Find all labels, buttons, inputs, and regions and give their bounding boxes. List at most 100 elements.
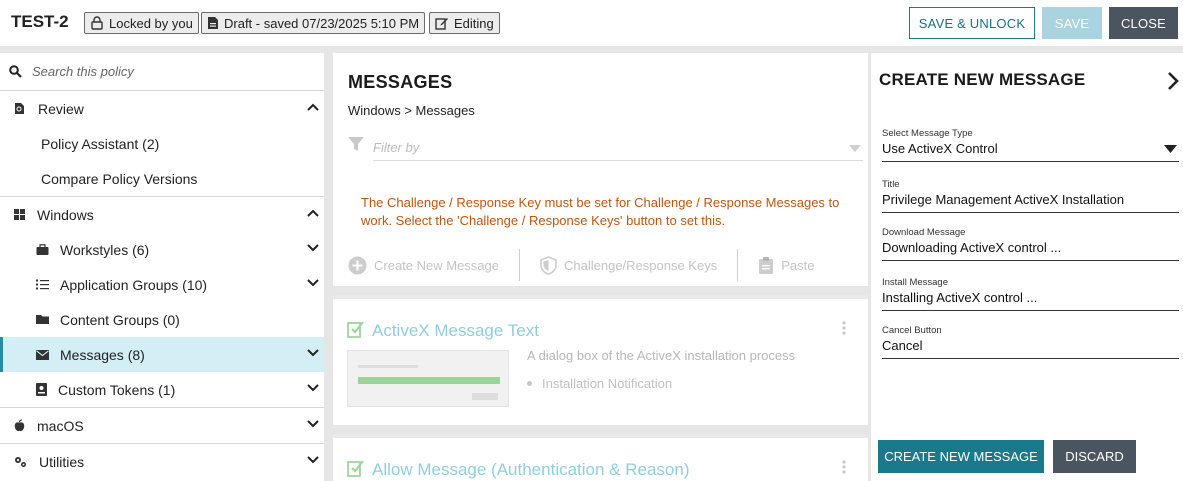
message-card[interactable]: Allow Message (Authentication & Reason) bbox=[333, 434, 868, 481]
sidebar-item-content-groups[interactable]: Content Groups (0) bbox=[0, 302, 324, 337]
challenge-response-keys-action[interactable]: Challenge/Response Keys bbox=[540, 255, 718, 275]
messages-panel: MESSAGES Windows > Messages The Challeng… bbox=[333, 53, 868, 286]
chevron-down-icon[interactable] bbox=[306, 455, 320, 465]
title-field[interactable]: Title Privilege Management ActiveX Insta… bbox=[882, 179, 1179, 213]
sidebar-section-review[interactable]: Review bbox=[0, 91, 324, 126]
save-unlock-button[interactable]: SAVE & UNLOCK bbox=[909, 7, 1035, 39]
more-options-icon[interactable] bbox=[842, 321, 846, 335]
sidebar-search bbox=[0, 53, 324, 91]
policy-sidebar: Review Policy Assistant (2) Compare Poli… bbox=[0, 53, 324, 481]
field-value: Use ActiveX Control bbox=[882, 141, 998, 156]
chevron-down-icon[interactable] bbox=[306, 348, 320, 358]
chevron-down-icon[interactable] bbox=[306, 383, 320, 393]
message-tag: Installation Notification bbox=[527, 376, 672, 391]
sidebar-section-label: Utilities bbox=[39, 453, 85, 470]
field-label: Select Message Type bbox=[882, 128, 973, 139]
field-label: Download Message bbox=[882, 227, 966, 238]
breadcrumb: Windows > Messages bbox=[348, 103, 475, 118]
paste-action[interactable]: Paste bbox=[758, 256, 814, 275]
editing-chip: Editing bbox=[429, 12, 500, 34]
envelope-icon bbox=[36, 349, 49, 360]
save-button[interactable]: SAVE bbox=[1042, 7, 1102, 39]
field-value[interactable]: Privilege Management ActiveX Installatio… bbox=[882, 192, 1179, 207]
field-label: Install Message bbox=[882, 277, 949, 288]
chevron-down-icon[interactable] bbox=[306, 419, 320, 429]
review-icon bbox=[15, 103, 24, 114]
chevron-down-icon[interactable] bbox=[306, 243, 320, 253]
sidebar-section-utilities[interactable]: Utilities bbox=[0, 444, 324, 479]
briefcase-icon bbox=[36, 243, 49, 255]
challenge-response-warning: The Challenge / Response Key must be set… bbox=[361, 195, 840, 228]
cancel-button-field[interactable]: Cancel Button Cancel bbox=[882, 325, 1179, 359]
token-icon bbox=[36, 383, 47, 396]
message-preview-thumbnail bbox=[347, 350, 509, 407]
download-message-field[interactable]: Download Message Downloading ActiveX con… bbox=[882, 227, 1179, 261]
messages-toolbar: Create New Message Challenge/Response Ke… bbox=[348, 248, 858, 282]
sidebar-item-label: Custom Tokens (1) bbox=[58, 381, 176, 398]
chevron-right-icon[interactable] bbox=[1166, 71, 1180, 91]
sidebar-item-custom-tokens[interactable]: Custom Tokens (1) bbox=[0, 372, 324, 407]
search-icon bbox=[9, 65, 22, 78]
editing-label: Editing bbox=[454, 15, 494, 31]
sidebar-item-workstyles[interactable]: Workstyles (6) bbox=[0, 232, 324, 267]
field-value[interactable]: Downloading ActiveX control ... bbox=[882, 240, 1179, 255]
policy-header: TEST-2 Locked by you Draft - saved 07/23… bbox=[0, 0, 1183, 46]
caret-down-icon[interactable] bbox=[1164, 145, 1177, 153]
field-value[interactable]: Installing ActiveX control ... bbox=[882, 290, 1179, 305]
card-strip bbox=[333, 434, 868, 438]
list-icon bbox=[36, 279, 49, 290]
thumbnail-progress-bar bbox=[358, 377, 500, 384]
toolbar-divider bbox=[519, 249, 520, 281]
sidebar-item-label: Compare Policy Versions bbox=[41, 170, 198, 187]
sidebar-item-messages[interactable]: Messages (8) bbox=[0, 337, 324, 372]
search-input[interactable] bbox=[32, 64, 292, 79]
clipboard-icon bbox=[759, 256, 774, 274]
lock-icon bbox=[91, 16, 103, 30]
create-new-message-button[interactable]: CREATE NEW MESSAGE bbox=[878, 440, 1044, 473]
action-label: Paste bbox=[781, 257, 815, 273]
sidebar-item-application-groups[interactable]: Application Groups (10) bbox=[0, 267, 324, 302]
chevron-down-icon[interactable] bbox=[306, 278, 320, 288]
message-description: A dialog box of the ActiveX installation… bbox=[527, 348, 796, 363]
field-value[interactable]: Cancel bbox=[882, 338, 1179, 353]
close-button[interactable]: CLOSE bbox=[1109, 7, 1178, 39]
sidebar-item-compare-versions[interactable]: Compare Policy Versions bbox=[0, 161, 324, 196]
more-options-icon[interactable] bbox=[842, 460, 846, 474]
gears-icon bbox=[15, 456, 26, 467]
shield-icon bbox=[540, 255, 557, 275]
apple-icon bbox=[14, 419, 25, 432]
policy-name: TEST-2 bbox=[11, 12, 69, 31]
chevron-up-icon[interactable] bbox=[306, 208, 320, 218]
sidebar-item-label: Policy Assistant (2) bbox=[41, 135, 160, 152]
field-label: Cancel Button bbox=[882, 325, 942, 336]
message-type-select[interactable]: Select Message Type Use ActiveX Control bbox=[882, 128, 1179, 162]
card-strip bbox=[333, 295, 868, 299]
install-message-field[interactable]: Install Message Installing ActiveX contr… bbox=[882, 277, 1179, 311]
action-label: Challenge/Response Keys bbox=[564, 257, 718, 273]
sidebar-section-macos[interactable]: macOS bbox=[0, 408, 324, 443]
sidebar-section-label: Windows bbox=[37, 206, 94, 223]
sidebar-item-policy-assistant[interactable]: Policy Assistant (2) bbox=[0, 126, 324, 161]
filter-input[interactable] bbox=[373, 140, 833, 155]
message-card[interactable]: ActiveX Message Text A dialog box of the… bbox=[333, 295, 868, 425]
bullet-dot bbox=[527, 381, 532, 386]
chevron-up-icon[interactable] bbox=[306, 102, 320, 112]
plus-circle-icon bbox=[348, 256, 367, 274]
create-new-message-action[interactable]: Create New Message bbox=[348, 256, 499, 275]
thumbnail-button bbox=[472, 393, 498, 400]
locked-label: Locked by you bbox=[109, 15, 193, 31]
sidebar-item-label: Content Groups (0) bbox=[60, 311, 180, 328]
sidebar-item-label: Messages (8) bbox=[60, 346, 145, 363]
panel-title: CREATE NEW MESSAGE bbox=[879, 70, 1086, 89]
sidebar-item-label: Workstyles (6) bbox=[60, 241, 150, 258]
draft-label: Draft - saved 07/23/2025 5:10 PM bbox=[224, 15, 420, 31]
caret-down-icon[interactable] bbox=[849, 145, 861, 152]
document-icon bbox=[208, 17, 218, 29]
page-title: MESSAGES bbox=[348, 72, 453, 92]
thumbnail-text-line bbox=[358, 365, 418, 368]
field-label: Title bbox=[882, 179, 900, 190]
filter-field[interactable] bbox=[373, 139, 863, 161]
sidebar-section-windows[interactable]: Windows bbox=[0, 197, 324, 232]
discard-button[interactable]: DISCARD bbox=[1053, 440, 1136, 473]
checked-document-icon bbox=[347, 321, 364, 338]
